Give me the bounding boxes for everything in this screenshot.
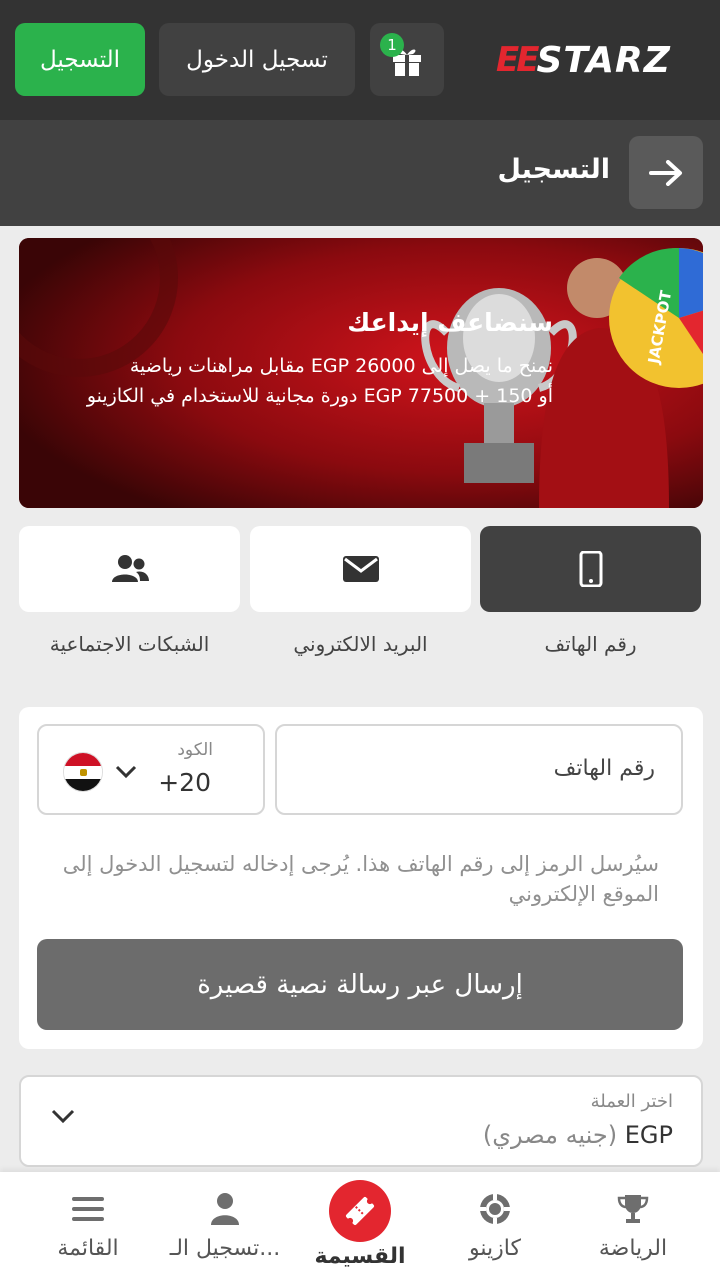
envelope-icon [342, 556, 379, 582]
nav-sports[interactable]: الرياضة [561, 1172, 705, 1280]
chevron-down-icon [51, 1109, 75, 1124]
bottom-nav: الرياضة كازينو القسيمة تسجيل الـ... القا… [0, 1172, 720, 1280]
hamburger-menu-icon [72, 1197, 104, 1221]
banner-line-1: نمنح ما يصل إلى EGP 26000 مقابل مراهنات … [129, 355, 553, 377]
sms-hint-text: سيُرسل الرمز إلى رقم الهاتف هذا. يُرجى إ… [62, 852, 659, 906]
arrow-right-icon [649, 159, 682, 186]
egypt-flag-icon [63, 752, 103, 792]
phone-number-input[interactable]: رقم الهاتف [275, 724, 683, 815]
nav-betslip-label: القسيمة [314, 1244, 406, 1269]
ticket-icon [345, 1196, 375, 1226]
country-code-select[interactable]: الكود +20 [37, 724, 265, 815]
users-icon [111, 555, 149, 582]
nav-casino[interactable]: كازينو [423, 1172, 567, 1280]
nav-casino-label: كازينو [469, 1236, 521, 1261]
logo-mark: EE [496, 40, 539, 80]
code-label: الكود [177, 740, 213, 760]
top-bar: التسجيل تسجيل الدخول 1 EE STARZ [0, 0, 720, 120]
logo-text: STARZ [536, 39, 671, 81]
currency-label: اختر العملة [590, 1091, 673, 1112]
nav-login-label: تسجيل الـ... [169, 1236, 281, 1261]
currency-code: EGP [624, 1121, 673, 1149]
casino-chip-icon [480, 1194, 510, 1224]
banner-line-2: أو EGP 77500 + 150 دورة مجانية للاستخدام… [86, 385, 553, 407]
trophy-icon [617, 1195, 649, 1223]
chevron-down-icon [115, 765, 137, 779]
phone-placeholder: رقم الهاتف [553, 756, 655, 781]
nav-sports-label: الرياضة [598, 1236, 668, 1261]
user-icon [211, 1193, 239, 1225]
nav-login[interactable]: تسجيل الـ... [153, 1172, 297, 1280]
tab-email[interactable] [250, 526, 471, 612]
banner-text: سنضاعف إيداعك نمنح ما يصل إلى EGP 26000 … [19, 308, 553, 411]
gift-count-badge: 1 [380, 33, 404, 57]
logo[interactable]: EE STARZ [496, 38, 692, 82]
tab-social-label: الشبكات الاجتماعية [49, 632, 210, 656]
banner-title: سنضاعف إيداعك [347, 308, 553, 337]
tab-phone-label: رقم الهاتف [544, 632, 637, 656]
phone-form: الكود +20 رقم الهاتف سيُرسل الرمز إلى رق… [19, 707, 703, 1049]
send-sms-button[interactable]: إرسال عبر رسالة نصية قصيرة [37, 939, 683, 1030]
currency-value: EGP (جنيه مصري) [483, 1121, 673, 1149]
gift-button[interactable]: 1 [370, 23, 444, 96]
nav-betslip[interactable]: القسيمة [288, 1172, 432, 1280]
login-button[interactable]: تسجيل الدخول [159, 23, 355, 96]
back-button[interactable] [629, 136, 703, 209]
currency-name: (جنيه مصري) [482, 1121, 618, 1149]
mobile-phone-icon [579, 551, 602, 587]
promo-banner[interactable]: سنضاعف إيداعك نمنح ما يصل إلى EGP 26000 … [19, 238, 703, 508]
page-title: التسجيل [497, 154, 610, 185]
tab-social[interactable] [19, 526, 240, 612]
tab-email-label: البريد الالكتروني [293, 632, 428, 656]
register-button[interactable]: التسجيل [15, 23, 145, 96]
title-bar: التسجيل [0, 120, 720, 226]
currency-select[interactable]: اختر العملة EGP (جنيه مصري) [19, 1075, 703, 1167]
tab-phone[interactable] [480, 526, 701, 612]
nav-menu-label: القائمة [57, 1236, 119, 1261]
nav-menu[interactable]: القائمة [16, 1172, 160, 1280]
code-value: +20 [158, 768, 211, 797]
betslip-button[interactable] [329, 1180, 391, 1242]
